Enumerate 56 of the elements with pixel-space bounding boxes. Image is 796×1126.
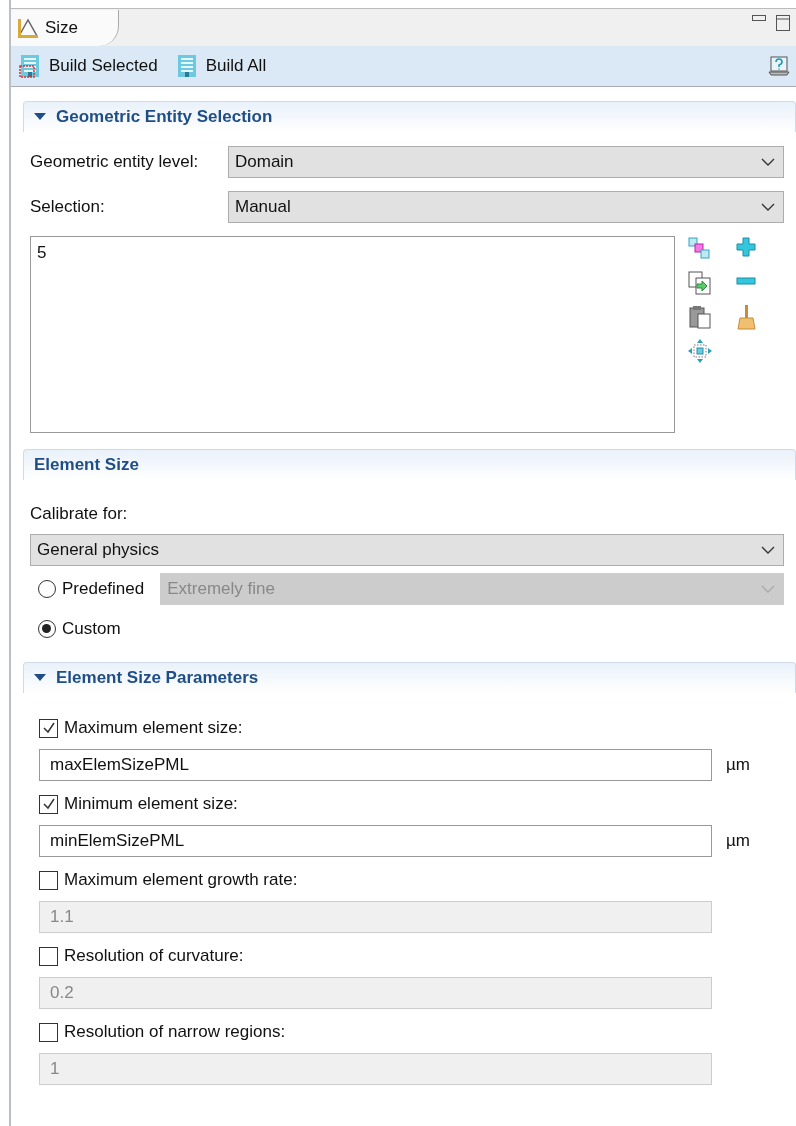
build-selected-button[interactable]: Build Selected [17, 52, 160, 80]
field-label: Geometric entity level: [30, 152, 200, 172]
unit-label: µm [726, 755, 751, 775]
help-icon[interactable] [768, 55, 790, 77]
broom-icon[interactable] [735, 304, 757, 330]
section-title: Element Size Parameters [56, 668, 259, 688]
caret-icon [34, 674, 46, 682]
plus-icon[interactable] [735, 236, 757, 258]
list-item[interactable]: 5 [37, 243, 668, 263]
checkbox[interactable] [39, 870, 58, 890]
checkbox-option[interactable]: Minimum element size: [39, 793, 784, 815]
checkbox-option[interactable]: Resolution of curvature: [39, 945, 784, 967]
chevron-down-icon [761, 585, 775, 593]
dropdown[interactable]: General physics [30, 534, 784, 566]
input-field[interactable]: maxElemSizePML [39, 749, 712, 781]
dropdown[interactable]: Manual [228, 191, 784, 223]
input-field: 1 [39, 1053, 712, 1085]
size-tab[interactable]: Size [11, 10, 120, 46]
paste-arrow-icon[interactable] [687, 270, 713, 296]
caret-icon [34, 113, 46, 121]
checkbox[interactable] [39, 794, 58, 814]
dropdown[interactable]: Domain [228, 146, 784, 178]
field-label: Selection: [30, 197, 106, 217]
input-field[interactable]: minElemSizePML [39, 825, 712, 857]
ruler-triangle-icon [17, 17, 39, 39]
zoom-selection-icon[interactable] [687, 338, 713, 364]
checkbox[interactable] [39, 1022, 58, 1042]
unit-label: µm [726, 831, 751, 851]
checkbox[interactable] [39, 718, 58, 738]
chevron-down-icon [761, 158, 775, 166]
radio-button[interactable] [38, 580, 56, 598]
minimize-icon[interactable] [752, 15, 766, 21]
radio-option[interactable]: Predefined [38, 579, 145, 599]
building-selection-icon [19, 54, 41, 78]
chevron-down-icon [761, 546, 775, 554]
clipboard-icon[interactable] [687, 304, 713, 330]
building-icon [175, 54, 198, 78]
chevron-down-icon [761, 203, 775, 211]
section-header[interactable]: Element Size [23, 449, 796, 480]
section-header[interactable]: Element Size Parameters [23, 662, 796, 693]
radio-button[interactable] [38, 620, 56, 638]
section-header[interactable]: Geometric Entity Selection [23, 101, 796, 132]
radio-option[interactable]: Custom [38, 619, 121, 639]
copy-squares-icon[interactable] [687, 236, 713, 262]
checkbox-option[interactable]: Resolution of narrow regions: [39, 1021, 784, 1043]
field-label: Calibrate for: [30, 504, 129, 524]
maximize-icon[interactable] [776, 15, 790, 31]
section-title: Geometric Entity Selection [56, 107, 273, 127]
build-all-button[interactable]: Build All [173, 52, 269, 80]
checkbox[interactable] [39, 946, 58, 966]
checkbox-option[interactable]: Maximum element growth rate: [39, 869, 784, 891]
checkbox-option[interactable]: Maximum element size: [39, 717, 784, 739]
input-field: 1.1 [39, 901, 712, 933]
input-field: 0.2 [39, 977, 712, 1009]
selection-list[interactable]: 5 [30, 236, 675, 433]
section-title: Element Size [34, 455, 139, 475]
